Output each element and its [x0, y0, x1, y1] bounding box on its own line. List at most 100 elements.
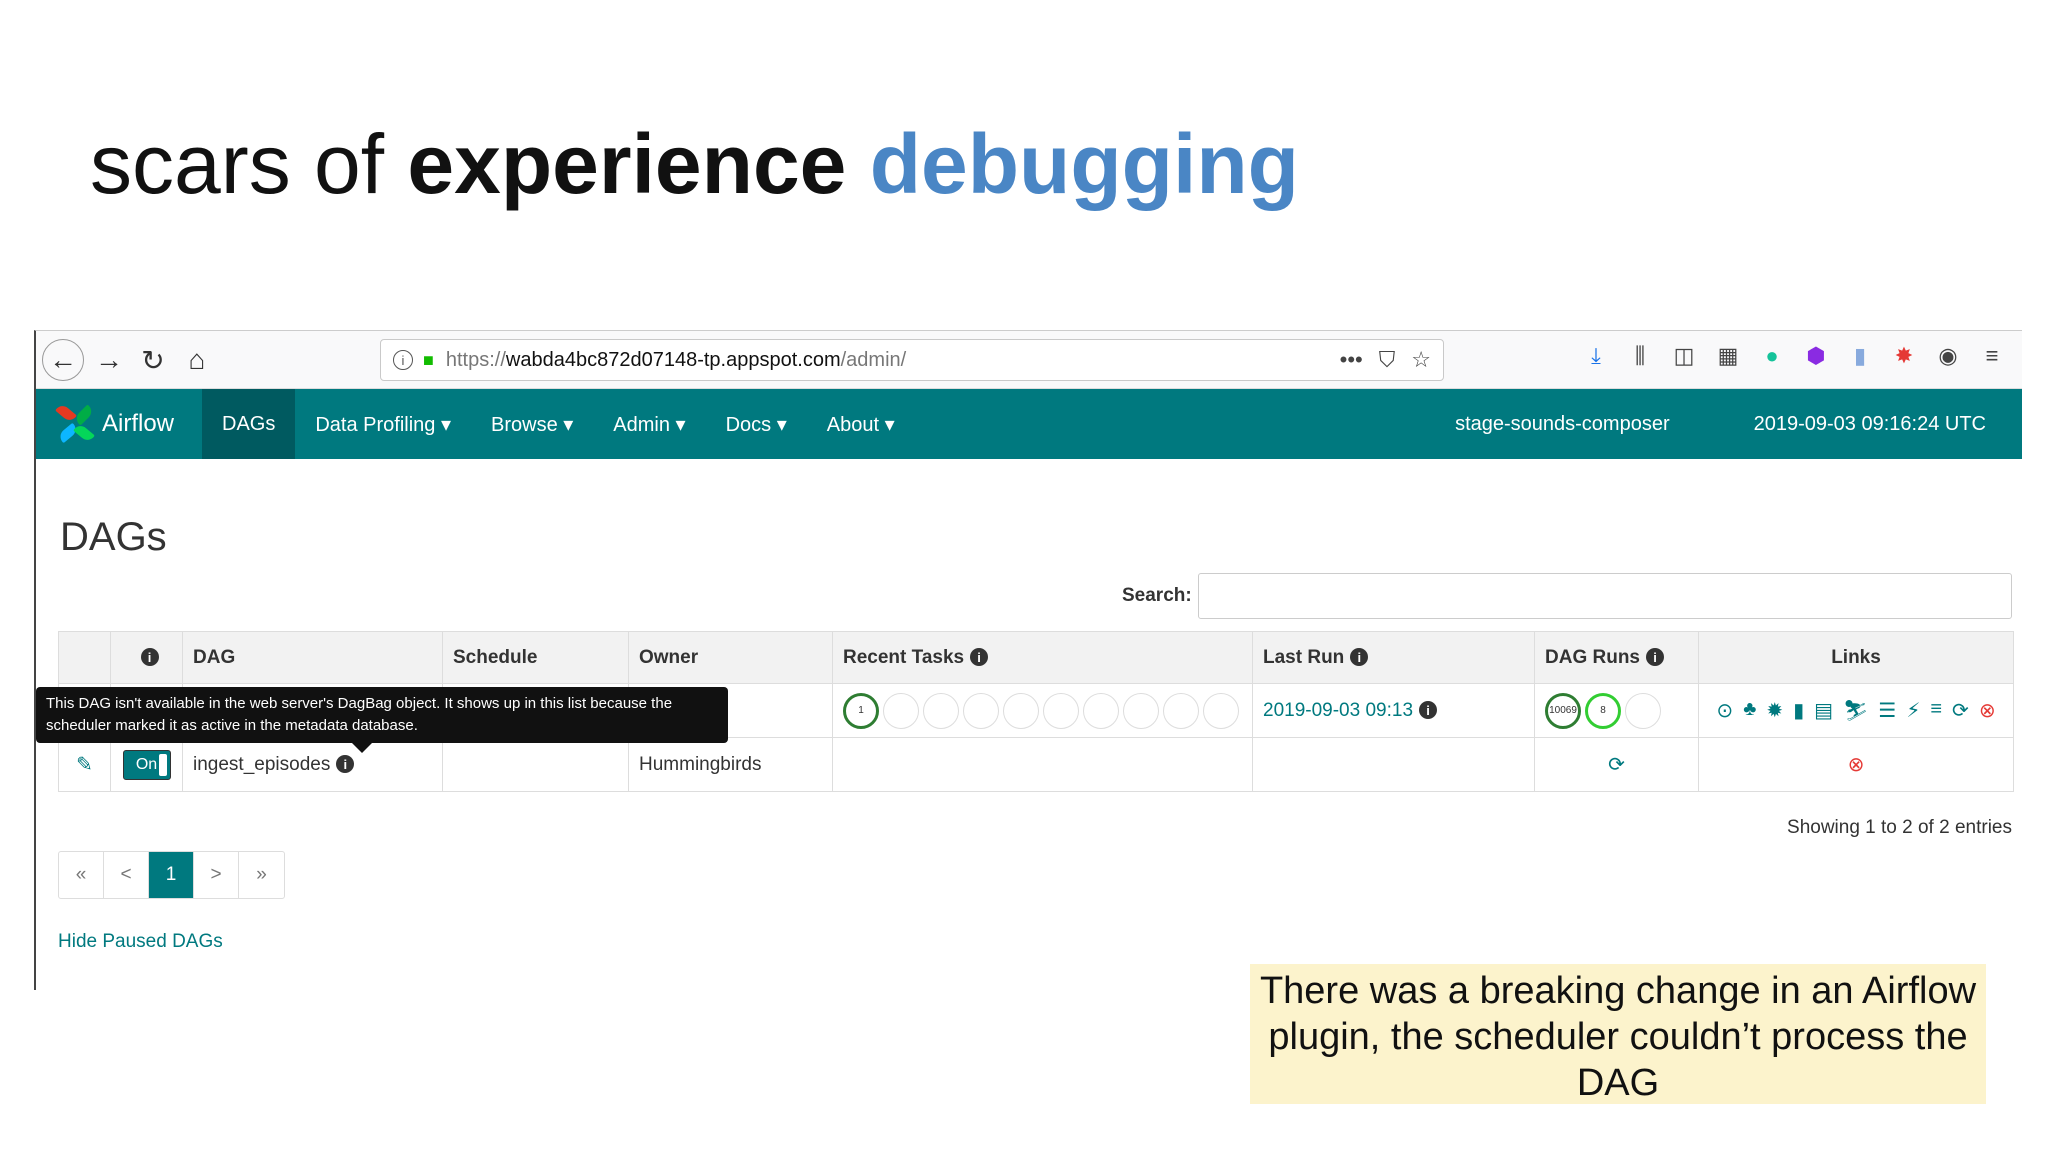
- dag-toggle[interactable]: On: [122, 749, 171, 780]
- dag-run-failed[interactable]: [1625, 692, 1661, 729]
- delete-dag-icon[interactable]: ⊗: [1979, 698, 1996, 723]
- duration-chart-icon[interactable]: ▮: [1793, 698, 1804, 723]
- dag-run-running[interactable]: 8: [1585, 692, 1621, 729]
- nav-about[interactable]: About ▾: [807, 389, 915, 459]
- refresh-icon[interactable]: ⟳: [1608, 754, 1625, 776]
- extensions-grid-icon[interactable]: ▦: [1716, 343, 1740, 369]
- pager-next[interactable]: >: [194, 852, 239, 898]
- pager-last[interactable]: »: [239, 852, 284, 898]
- airflow-brand-label: Airflow: [102, 410, 175, 437]
- header-owner[interactable]: Owner: [628, 631, 833, 684]
- task-state-empty[interactable]: [1003, 692, 1039, 729]
- nav-docs[interactable]: Docs ▾: [706, 389, 807, 459]
- refresh-icon[interactable]: ⟳: [1952, 698, 1969, 723]
- info-icon[interactable]: i: [1419, 701, 1438, 720]
- header-dag-runs: DAG Runs i: [1534, 631, 1699, 684]
- owner-cell: Hummingbirds: [628, 737, 833, 792]
- more-actions-icon[interactable]: •••: [1340, 347, 1363, 373]
- task-state-empty[interactable]: [963, 692, 999, 729]
- account-icon[interactable]: ◉: [1936, 343, 1960, 369]
- task-state-empty[interactable]: [1123, 692, 1159, 729]
- tries-icon[interactable]: ▤: [1814, 698, 1833, 723]
- code-icon[interactable]: ⚡: [1906, 698, 1920, 723]
- trigger-dag-icon[interactable]: ⊙: [1716, 698, 1733, 723]
- header-dag[interactable]: DAG: [182, 631, 443, 684]
- grammarly-icon[interactable]: ●: [1760, 343, 1784, 369]
- lock-icon: ■: [423, 349, 434, 370]
- links-cell: ⊙ ♣ ✹ ▮ ▤ ⛷ ☰ ⚡ ≡ ⟳ ⊗: [1698, 683, 2014, 738]
- sidebar-icon[interactable]: ◫: [1672, 343, 1696, 369]
- library-icon[interactable]: ⫼: [1628, 343, 1652, 369]
- table-header-row: i DAG Schedule Owner Recent Tasks i Last …: [58, 631, 2014, 684]
- pager-page-1[interactable]: 1: [149, 852, 194, 898]
- task-state-success[interactable]: 1: [843, 692, 879, 729]
- dagbag-tooltip: This DAG isn't available in the web serv…: [36, 687, 728, 753]
- environment-name: stage-sounds-composer: [1455, 412, 1670, 435]
- delete-dag-icon[interactable]: ⊗: [1848, 754, 1865, 776]
- extension-icon[interactable]: ⬢: [1804, 343, 1828, 369]
- search-input[interactable]: [1198, 573, 2012, 619]
- header-schedule[interactable]: Schedule: [442, 631, 629, 684]
- pager-prev[interactable]: <: [104, 852, 149, 898]
- header-edit: [58, 631, 111, 684]
- url-bar[interactable]: i ■ https://wabda4bc872d07148-tp.appspot…: [380, 339, 1444, 381]
- dag-runs-cell: 10069 8: [1534, 683, 1699, 738]
- landing-times-icon[interactable]: ⛷: [1843, 698, 1868, 723]
- browser-window: ← → ↻ ⌂ i ■ https://wabda4bc872d07148-tp…: [34, 330, 2022, 990]
- nav-dags[interactable]: DAGs: [202, 389, 296, 459]
- browser-toolbar: ← → ↻ ⌂ i ■ https://wabda4bc872d07148-tp…: [36, 331, 2022, 389]
- info-icon: i: [140, 648, 159, 667]
- airflow-navbar: Airflow DAGs Data Profiling ▾ Browse ▾ A…: [36, 389, 2022, 459]
- download-icon[interactable]: ⤓: [1584, 343, 1608, 369]
- graph-view-icon[interactable]: ✹: [1766, 698, 1783, 723]
- task-state-empty[interactable]: [1203, 692, 1239, 729]
- title-plain: scars of: [90, 117, 408, 211]
- task-state-empty[interactable]: [923, 692, 959, 729]
- dag-id[interactable]: ingest_episodes: [193, 754, 330, 775]
- page-title: DAGs: [60, 515, 167, 559]
- note-extension-icon[interactable]: ▮: [1848, 343, 1872, 369]
- edit-icon[interactable]: ✎: [76, 754, 93, 776]
- header-links: Links: [1698, 631, 2014, 684]
- ladybug-extension-icon[interactable]: ✸: [1892, 343, 1916, 369]
- nav-browse[interactable]: Browse ▾: [471, 389, 593, 459]
- back-arrow-icon[interactable]: ←: [42, 339, 84, 381]
- url-host: wabda4bc872d07148-tp.appspot.com: [505, 348, 841, 371]
- hide-paused-dags-link[interactable]: Hide Paused DAGs: [58, 931, 223, 953]
- forward-arrow-icon[interactable]: →: [88, 339, 130, 381]
- entries-summary: Showing 1 to 2 of 2 entries: [1787, 817, 2012, 838]
- site-info-icon[interactable]: i: [393, 350, 413, 370]
- airflow-brand[interactable]: Airflow: [36, 389, 202, 459]
- task-state-empty[interactable]: [883, 692, 919, 729]
- callout-note: There was a breaking change in an Airflo…: [1250, 964, 1986, 1104]
- nav-admin[interactable]: Admin ▾: [593, 389, 705, 459]
- home-icon[interactable]: ⌂: [176, 339, 218, 381]
- bookmark-star-icon[interactable]: ☆: [1411, 347, 1431, 373]
- last-run-link[interactable]: 2019-09-03 09:13: [1263, 700, 1413, 721]
- hamburger-menu-icon[interactable]: ≡: [1980, 343, 2004, 369]
- last-run-cell: 2019-09-03 09:13 i: [1252, 683, 1535, 738]
- header-last-run: Last Run i: [1252, 631, 1535, 684]
- reload-icon[interactable]: ↻: [132, 339, 174, 381]
- tree-view-icon[interactable]: ♣: [1743, 698, 1756, 723]
- slide-title: scars of experience debugging: [90, 118, 1299, 210]
- dag-run-success[interactable]: 10069: [1545, 692, 1581, 729]
- title-bold: experience: [407, 117, 847, 211]
- task-state-empty[interactable]: [1043, 692, 1079, 729]
- server-clock: 2019-09-03 09:16:24 UTC: [1753, 412, 1986, 435]
- gantt-icon[interactable]: ☰: [1878, 698, 1896, 723]
- info-icon: i: [970, 648, 989, 667]
- info-icon: i: [1350, 648, 1369, 667]
- dag-id-cell: ingest_episodes i: [182, 737, 443, 792]
- header-dag-runs-label: DAG Runs: [1545, 646, 1640, 668]
- logs-icon[interactable]: ≡: [1930, 698, 1942, 723]
- title-accent: debugging: [869, 117, 1299, 211]
- pocket-icon[interactable]: ⛉: [1379, 347, 1396, 373]
- task-state-empty[interactable]: [1083, 692, 1119, 729]
- pager-first[interactable]: «: [59, 852, 104, 898]
- info-icon[interactable]: i: [336, 755, 355, 774]
- airflow-logo-icon: [55, 402, 96, 444]
- search-label: Search:: [1122, 585, 1192, 606]
- task-state-empty[interactable]: [1163, 692, 1199, 729]
- nav-data-profiling[interactable]: Data Profiling ▾: [295, 389, 471, 459]
